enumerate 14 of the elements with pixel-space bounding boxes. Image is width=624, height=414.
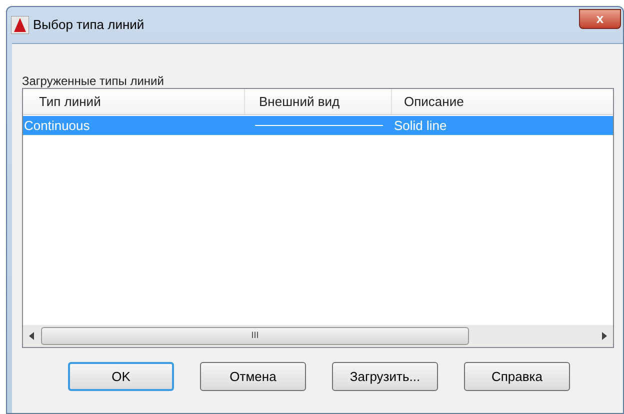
linetype-name: Continuous [23, 116, 91, 135]
horizontal-scrollbar[interactable]: III [23, 325, 613, 347]
column-header[interactable]: Описание [392, 89, 613, 114]
app-logo-icon [11, 16, 29, 34]
list-label: Загруженные типы линий [22, 73, 165, 88]
linetype-description: Solid line [393, 116, 447, 135]
window-title: Выбор типа линий [33, 16, 144, 34]
dialog-button[interactable]: Загрузить... [332, 362, 438, 391]
dialog-button[interactable]: Справка [464, 362, 570, 391]
column-header[interactable]: Внешний вид [245, 89, 392, 114]
scrollbar-thumb[interactable]: III [41, 327, 469, 345]
column-header[interactable]: Тип линий [23, 89, 245, 114]
dialog-button[interactable]: Отмена [200, 362, 306, 391]
dialog-button[interactable]: OK [68, 362, 174, 391]
